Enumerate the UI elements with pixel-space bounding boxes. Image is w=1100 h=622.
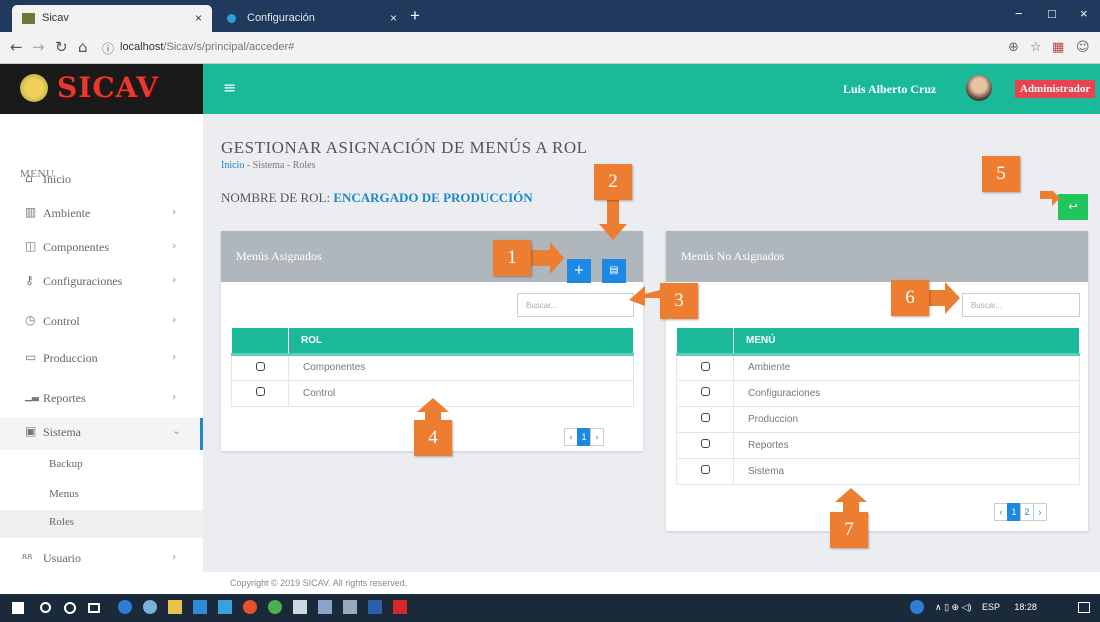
pdf-icon[interactable] bbox=[393, 600, 407, 614]
word-icon[interactable] bbox=[368, 600, 382, 614]
app-icon[interactable] bbox=[143, 600, 157, 614]
chrome-icon[interactable] bbox=[268, 600, 282, 614]
callout-arrow-5 bbox=[1040, 190, 1060, 206]
callout-arrow-2 bbox=[599, 200, 627, 240]
edge-icon[interactable] bbox=[118, 600, 132, 614]
footer: Copyright © 2019 SICAV. All rights reser… bbox=[203, 572, 1100, 594]
language-indicator: ESP bbox=[982, 602, 1000, 612]
app-icon[interactable] bbox=[343, 600, 357, 614]
firefox-icon[interactable] bbox=[243, 600, 257, 614]
callout-6: 6 bbox=[891, 280, 929, 316]
notifications-icon[interactable] bbox=[1078, 602, 1090, 613]
callout-arrow-6 bbox=[929, 282, 960, 314]
system-tray[interactable]: ∧ ▯ ⊕ ◁) ESP 18:28 bbox=[935, 602, 1037, 613]
callout-7: 7 bbox=[830, 512, 868, 548]
file-explorer-icon[interactable] bbox=[168, 600, 182, 614]
callout-arrow-1 bbox=[531, 242, 564, 274]
windows-start-icon[interactable] bbox=[12, 602, 24, 614]
help-icon[interactable] bbox=[910, 600, 924, 614]
app-icon[interactable] bbox=[318, 600, 332, 614]
callout-3: 3 bbox=[660, 283, 698, 319]
store-icon[interactable] bbox=[193, 600, 207, 614]
mail-icon[interactable] bbox=[218, 600, 232, 614]
callout-1: 1 bbox=[493, 240, 531, 276]
search-icon[interactable] bbox=[40, 602, 51, 613]
callout-arrow-3 bbox=[629, 286, 660, 306]
tray-icons: ∧ ▯ ⊕ ◁) bbox=[935, 602, 972, 612]
callout-2: 2 bbox=[594, 164, 632, 200]
os-taskbar: ∧ ▯ ⊕ ◁) ESP 18:28 bbox=[0, 594, 1100, 622]
cortana-icon[interactable] bbox=[64, 602, 76, 614]
task-view-icon[interactable] bbox=[88, 603, 100, 613]
app-icon[interactable] bbox=[293, 600, 307, 614]
callout-arrows bbox=[417, 190, 1060, 512]
callout-5: 5 bbox=[982, 156, 1020, 192]
clock: 18:28 bbox=[1014, 602, 1037, 612]
callout-4: 4 bbox=[414, 420, 452, 456]
callout-arrow-7 bbox=[835, 488, 867, 512]
callout-arrow-4 bbox=[417, 398, 449, 420]
